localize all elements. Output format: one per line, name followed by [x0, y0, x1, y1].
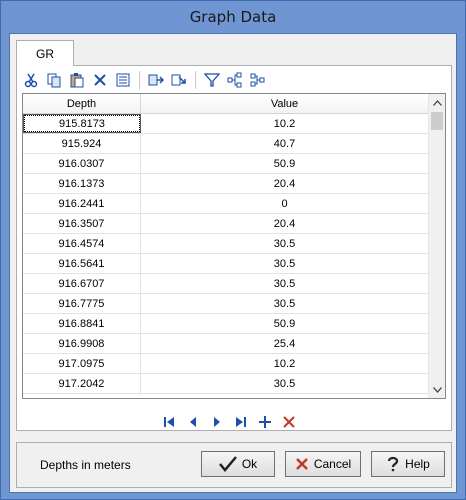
scroll-thumb[interactable] — [431, 112, 443, 130]
value-cell[interactable]: 30.5 — [141, 234, 429, 253]
delete-icon[interactable] — [90, 70, 110, 90]
value-cell[interactable]: 0 — [141, 194, 429, 213]
value-cell[interactable]: 20.4 — [141, 174, 429, 193]
value-cell[interactable]: 40.7 — [141, 134, 429, 153]
table-row[interactable]: 916.7775 30.5 — [23, 294, 429, 314]
delete-record-icon[interactable] — [280, 413, 298, 431]
value-cell[interactable]: 30.5 — [141, 254, 429, 273]
column-header-value[interactable]: Value — [141, 94, 429, 113]
scroll-up-icon[interactable] — [429, 94, 445, 111]
cut-icon[interactable] — [21, 70, 41, 90]
value-cell[interactable]: 10.2 — [141, 114, 429, 133]
table-row[interactable]: 916.8841 50.9 — [23, 314, 429, 334]
column-header-depth[interactable]: Depth — [23, 94, 141, 113]
table-row[interactable]: 916.1373 20.4 — [23, 174, 429, 194]
edit-toolbar — [21, 68, 441, 92]
table-row[interactable]: 916.4574 30.5 — [23, 234, 429, 254]
table-row[interactable]: 915.924 40.7 — [23, 134, 429, 154]
cancel-button[interactable]: Cancel — [285, 451, 361, 477]
next-record-icon[interactable] — [208, 413, 226, 431]
insert-record-icon[interactable] — [256, 413, 274, 431]
table-row[interactable]: 917.0975 10.2 — [23, 354, 429, 374]
tab-panel: Depth Value 915.8173 10.2 915.924 40.7 916… — [16, 65, 452, 431]
depth-cell[interactable]: 916.6707 — [23, 274, 141, 293]
data-grid[interactable]: Depth Value 915.8173 10.2 915.924 40.7 916… — [22, 93, 446, 399]
table-row[interactable]: 916.2441 0 — [23, 194, 429, 214]
depth-cell[interactable]: 916.2441 — [23, 194, 141, 213]
graph-data-window: Graph Data GR Depth Value 915.8173 10.2 … — [0, 0, 466, 500]
first-record-icon[interactable] — [160, 413, 178, 431]
depth-cell[interactable]: 916.9908 — [23, 334, 141, 353]
depth-cell[interactable]: 916.4574 — [23, 234, 141, 253]
record-navigator — [160, 412, 320, 432]
clear-icon[interactable] — [113, 70, 133, 90]
tab-gr[interactable]: GR — [16, 40, 74, 66]
help-button[interactable]: Help — [371, 451, 445, 477]
units-label: Depths in meters — [40, 458, 131, 472]
depth-cell[interactable]: 916.3507 — [23, 214, 141, 233]
question-mark-icon — [388, 456, 399, 472]
checkmark-icon — [218, 456, 237, 472]
copy-rows-icon[interactable] — [146, 70, 166, 90]
window-title: Graph Data — [189, 8, 277, 26]
depth-cell[interactable]: 916.7775 — [23, 294, 141, 313]
ok-button[interactable]: Ok — [201, 451, 275, 477]
last-record-icon[interactable] — [232, 413, 250, 431]
filter-icon[interactable] — [202, 70, 222, 90]
depth-cell[interactable]: 916.1373 — [23, 174, 141, 193]
value-cell[interactable]: 10.2 — [141, 354, 429, 373]
depth-cell[interactable]: 917.0975 — [23, 354, 141, 373]
sort-icon[interactable] — [225, 70, 245, 90]
value-cell[interactable]: 20.4 — [141, 214, 429, 233]
value-cell[interactable]: 30.5 — [141, 274, 429, 293]
toolbar-separator — [195, 71, 196, 89]
value-cell[interactable]: 50.9 — [141, 154, 429, 173]
grid-rows: 915.8173 10.2 915.924 40.7 916.0307 50.9 91… — [23, 114, 429, 394]
value-cell[interactable]: 50.9 — [141, 314, 429, 333]
cancel-x-icon — [295, 458, 308, 470]
table-row[interactable]: 916.6707 30.5 — [23, 274, 429, 294]
prior-record-icon[interactable] — [184, 413, 202, 431]
paste-icon[interactable] — [67, 70, 87, 90]
depth-cell[interactable]: 916.8841 — [23, 314, 141, 333]
copy-icon[interactable] — [44, 70, 64, 90]
scroll-down-icon[interactable] — [429, 381, 445, 398]
table-row[interactable]: 916.3507 20.4 — [23, 214, 429, 234]
depth-cell[interactable]: 915.924 — [23, 134, 141, 153]
depth-cell[interactable]: 916.0307 — [23, 154, 141, 173]
vertical-scrollbar[interactable] — [428, 94, 445, 398]
table-row[interactable]: 916.5641 30.5 — [23, 254, 429, 274]
table-row[interactable]: 916.9908 25.4 — [23, 334, 429, 354]
group-icon[interactable] — [248, 70, 268, 90]
depth-cell[interactable]: 915.8173 — [23, 114, 141, 133]
ok-button-label: Ok — [241, 457, 258, 471]
help-button-label: Help — [405, 457, 430, 471]
table-row[interactable]: 917.2042 30.5 — [23, 374, 429, 394]
value-cell[interactable]: 25.4 — [141, 334, 429, 353]
dialog-client: GR Depth Value 915.8173 10.2 915.924 40.… — [9, 33, 457, 493]
toolbar-separator — [139, 71, 140, 89]
paste-rows-icon[interactable] — [169, 70, 189, 90]
value-cell[interactable]: 30.5 — [141, 374, 429, 393]
value-cell[interactable]: 30.5 — [141, 294, 429, 313]
grid-header: Depth Value — [23, 94, 429, 114]
cancel-button-label: Cancel — [313, 457, 352, 471]
depth-cell[interactable]: 917.2042 — [23, 374, 141, 393]
depth-cell[interactable]: 916.5641 — [23, 254, 141, 273]
footer-panel: Depths in meters Ok Cancel Help — [16, 442, 452, 488]
table-row[interactable]: 915.8173 10.2 — [23, 114, 429, 134]
table-row[interactable]: 916.0307 50.9 — [23, 154, 429, 174]
